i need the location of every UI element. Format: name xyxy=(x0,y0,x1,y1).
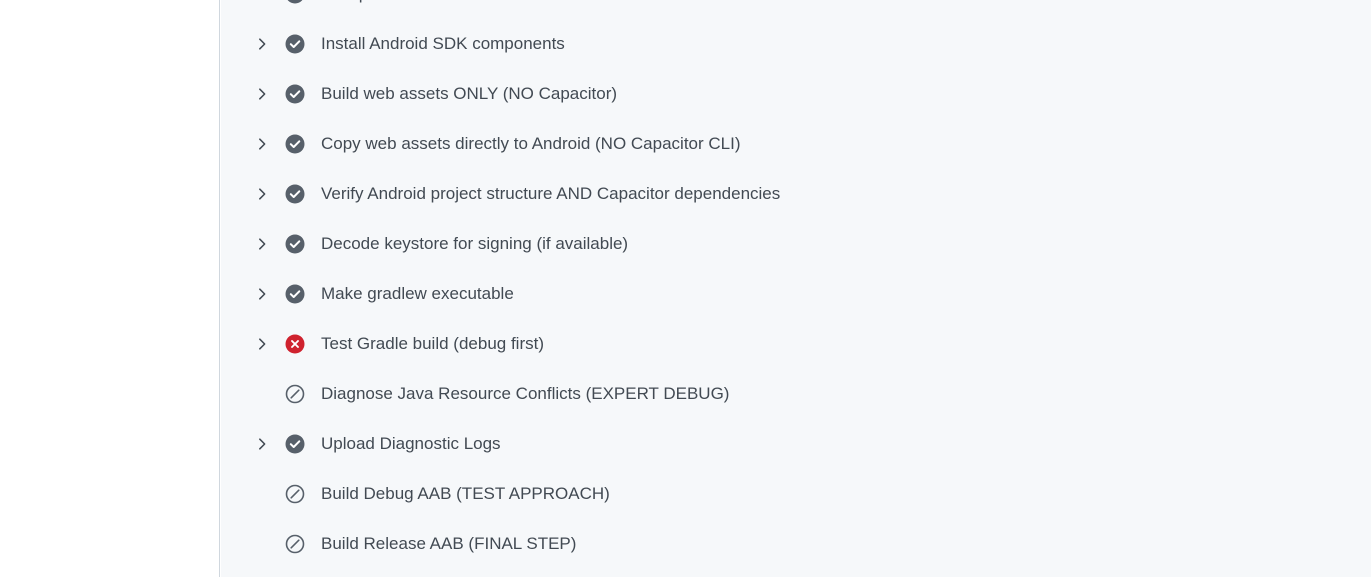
check-circle-fill-icon xyxy=(285,34,305,54)
step-label: Decode keystore for signing (if availabl… xyxy=(321,234,629,253)
chevron-right-icon[interactable] xyxy=(254,186,270,202)
check-circle-fill-icon xyxy=(285,184,305,204)
step-row[interactable]: Upload Diagnostic Logs xyxy=(221,419,1371,469)
step-row[interactable]: Accept Android SDK licenses xyxy=(221,0,1371,19)
check-circle-fill-icon xyxy=(285,284,305,304)
step-row[interactable]: Decode keystore for signing (if availabl… xyxy=(221,219,1371,269)
skip-icon xyxy=(285,384,305,404)
skip-icon xyxy=(285,484,305,504)
step-row[interactable]: Install Android SDK components xyxy=(221,19,1371,69)
step-label: Diagnose Java Resource Conflicts (EXPERT… xyxy=(321,384,730,403)
left-sidebar xyxy=(0,0,220,577)
chevron-right-icon[interactable] xyxy=(254,36,270,52)
step-list: Accept Android SDK licenses Install Andro… xyxy=(221,0,1371,569)
step-row: Build Debug AAB (TEST APPROACH) xyxy=(221,469,1371,519)
step-label: Test Gradle build (debug first) xyxy=(321,334,544,353)
chevron-right-icon[interactable] xyxy=(254,436,270,452)
chevron-right-icon[interactable] xyxy=(254,0,270,2)
step-row: Diagnose Java Resource Conflicts (EXPERT… xyxy=(221,369,1371,419)
chevron-right-icon[interactable] xyxy=(254,236,270,252)
step-row[interactable]: Make gradlew executable xyxy=(221,269,1371,319)
step-row[interactable]: Copy web assets directly to Android (NO … xyxy=(221,119,1371,169)
check-circle-fill-icon xyxy=(285,234,305,254)
skip-icon xyxy=(285,534,305,554)
step-row: Build Release AAB (FINAL STEP) xyxy=(221,519,1371,569)
workflow-run-page: Accept Android SDK licenses Install Andro… xyxy=(0,0,1371,577)
step-label: Install Android SDK components xyxy=(321,34,565,53)
step-row[interactable]: Build web assets ONLY (NO Capacitor) xyxy=(221,69,1371,119)
chevron-right-icon[interactable] xyxy=(254,86,270,102)
chevron-right-icon[interactable] xyxy=(254,136,270,152)
check-circle-fill-icon xyxy=(285,434,305,454)
check-circle-fill-icon xyxy=(285,84,305,104)
x-circle-fill-icon xyxy=(285,334,305,354)
step-label: Copy web assets directly to Android (NO … xyxy=(321,134,741,153)
check-circle-fill-icon xyxy=(285,134,305,154)
chevron-right-icon[interactable] xyxy=(254,286,270,302)
step-label: Upload Diagnostic Logs xyxy=(321,434,501,453)
step-label: Build Release AAB (FINAL STEP) xyxy=(321,534,577,553)
step-label: Make gradlew executable xyxy=(321,284,514,303)
job-steps-pane: Accept Android SDK licenses Install Andro… xyxy=(221,0,1371,577)
step-label: Verify Android project structure AND Cap… xyxy=(321,184,781,203)
step-label: Accept Android SDK licenses xyxy=(321,0,541,4)
chevron-right-icon[interactable] xyxy=(254,336,270,352)
check-circle-fill-icon xyxy=(285,0,305,4)
step-row[interactable]: Verify Android project structure AND Cap… xyxy=(221,169,1371,219)
step-row[interactable]: Test Gradle build (debug first) xyxy=(221,319,1371,369)
step-label: Build Debug AAB (TEST APPROACH) xyxy=(321,484,610,503)
step-label: Build web assets ONLY (NO Capacitor) xyxy=(321,84,618,103)
